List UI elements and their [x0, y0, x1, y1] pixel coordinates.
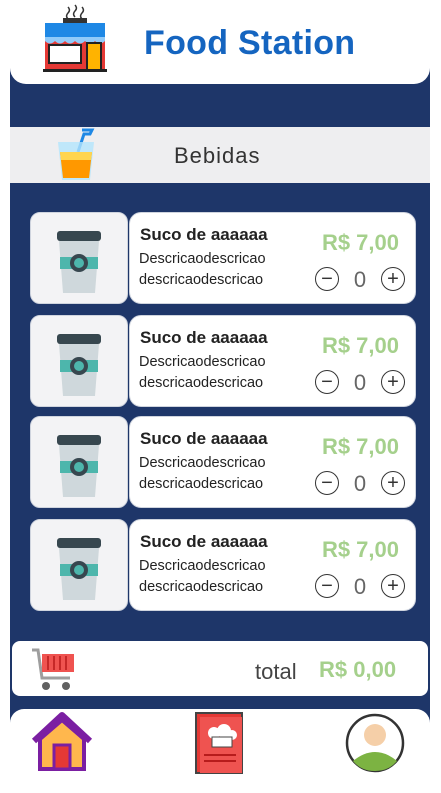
product-price: R$ 7,00 — [321, 230, 399, 255]
app-title: Food Station — [144, 24, 356, 62]
juice-cup-icon — [58, 128, 95, 180]
decrease-button[interactable]: − — [315, 574, 339, 598]
product-name: Suco de aaaaaa — [140, 429, 268, 448]
quantity-value: 0 — [353, 370, 367, 395]
description-line: descricaodescricao — [139, 476, 264, 492]
decrease-button[interactable]: − — [315, 471, 339, 495]
product-info: Suco de aaaaaa Descricaodescricao descri… — [129, 519, 416, 611]
quantity-stepper: − 0 + — [315, 574, 405, 602]
decrease-button[interactable]: − — [315, 267, 339, 291]
increase-button[interactable]: + — [381, 370, 405, 394]
coffee-cup-icon — [57, 435, 101, 497]
product-thumbnail — [30, 519, 128, 611]
category-title: Bebidas — [174, 143, 261, 168]
decrease-button[interactable]: − — [315, 370, 339, 394]
quantity-value: 0 — [353, 471, 367, 496]
product-description: Descricaodescricao descricaodescricao — [139, 352, 266, 394]
product-thumbnail — [30, 416, 128, 508]
description-line: Descricaodescricao — [139, 354, 266, 370]
product-price: R$ 7,00 — [321, 333, 399, 358]
food-store-icon — [43, 4, 107, 72]
quantity-stepper: − 0 + — [315, 267, 405, 295]
product-thumbnail — [30, 212, 128, 304]
description-line: descricaodescricao — [139, 579, 264, 595]
quantity-value: 0 — [353, 267, 367, 292]
product-description: Descricaodescricao descricaodescricao — [139, 556, 266, 598]
product-name: Suco de aaaaaa — [140, 532, 268, 551]
quantity-stepper: − 0 + — [315, 471, 405, 499]
description-line: descricaodescricao — [139, 375, 264, 391]
increase-button[interactable]: + — [381, 267, 405, 291]
total-value: R$ 0,00 — [319, 657, 397, 682]
product-card[interactable]: Suco de aaaaaa Descricaodescricao descri… — [28, 416, 416, 508]
product-price: R$ 7,00 — [321, 537, 399, 562]
product-info: Suco de aaaaaa Descricaodescricao descri… — [129, 212, 416, 304]
product-price: R$ 7,00 — [321, 434, 399, 459]
product-card[interactable]: Suco de aaaaaa Descricaodescricao descri… — [28, 212, 416, 304]
increase-button[interactable]: + — [381, 471, 405, 495]
total-label: total — [255, 659, 297, 684]
quantity-value: 0 — [353, 574, 367, 599]
shopping-cart-icon[interactable] — [30, 646, 78, 692]
menu-book-icon[interactable] — [192, 711, 246, 775]
quantity-stepper: − 0 + — [315, 370, 405, 398]
product-card[interactable]: Suco de aaaaaa Descricaodescricao descri… — [28, 315, 416, 407]
product-name: Suco de aaaaaa — [140, 328, 268, 347]
product-description: Descricaodescricao descricaodescricao — [139, 249, 266, 291]
coffee-cup-icon — [57, 334, 101, 396]
coffee-cup-icon — [57, 231, 101, 293]
product-info: Suco de aaaaaa Descricaodescricao descri… — [129, 315, 416, 407]
home-icon[interactable] — [30, 711, 94, 775]
product-card[interactable]: Suco de aaaaaa Descricaodescricao descri… — [28, 519, 416, 611]
profile-icon[interactable] — [345, 713, 405, 773]
product-description: Descricaodescricao descricaodescricao — [139, 453, 266, 495]
increase-button[interactable]: + — [381, 574, 405, 598]
coffee-cup-icon — [57, 538, 101, 600]
product-thumbnail — [30, 315, 128, 407]
description-line: descricaodescricao — [139, 272, 264, 288]
description-line: Descricaodescricao — [139, 251, 266, 267]
product-name: Suco de aaaaaa — [140, 225, 268, 244]
description-line: Descricaodescricao — [139, 455, 266, 471]
product-info: Suco de aaaaaa Descricaodescricao descri… — [129, 416, 416, 508]
description-line: Descricaodescricao — [139, 558, 266, 574]
